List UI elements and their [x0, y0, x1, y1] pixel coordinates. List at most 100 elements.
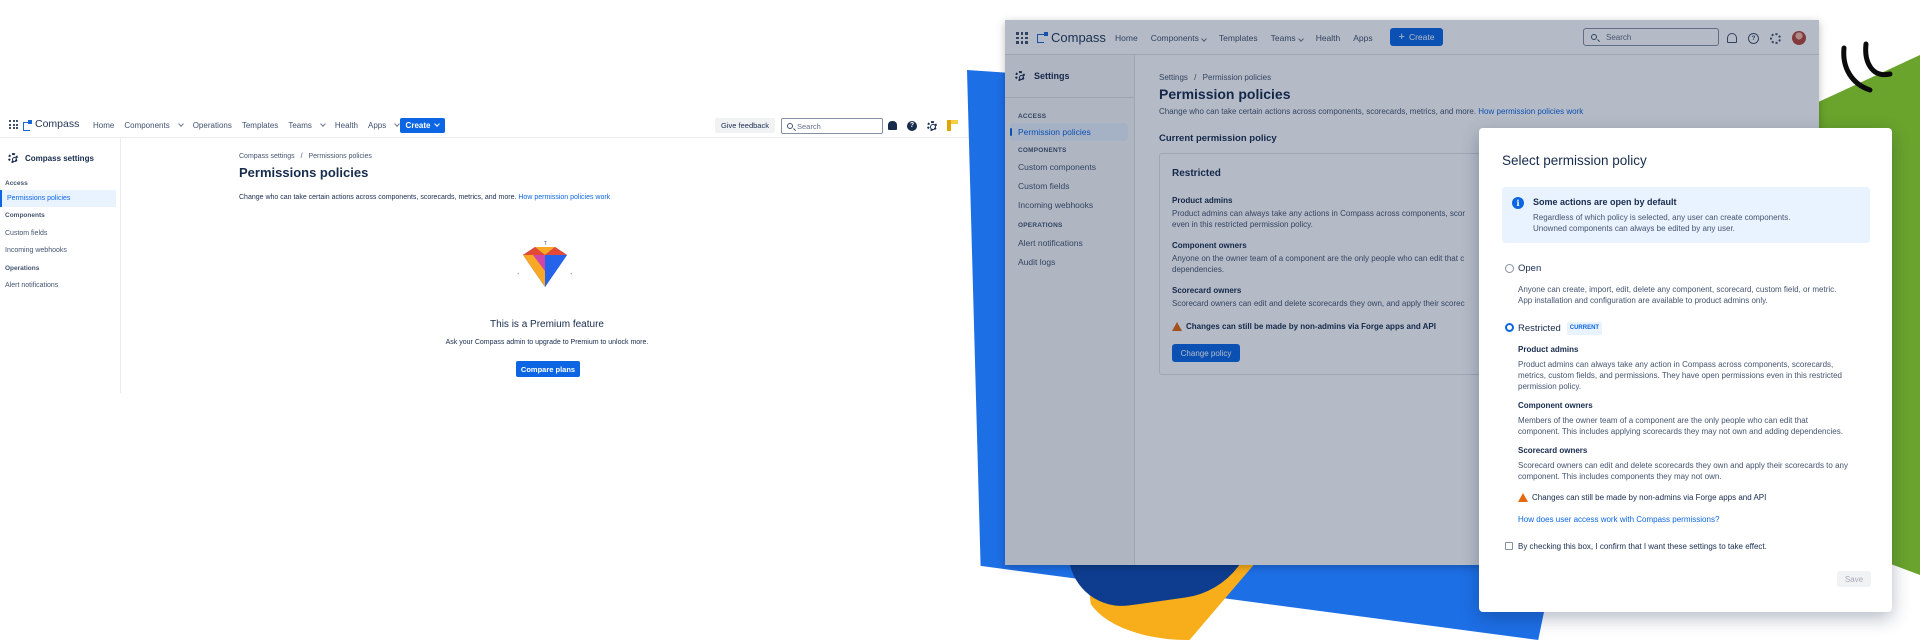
settings-icon[interactable]: [927, 120, 937, 131]
restricted-policy-radio[interactable]: [1505, 323, 1514, 332]
settings-sidebar: Settings ACCESS Permission policies COMP…: [1005, 55, 1135, 565]
search-icon: [1591, 34, 1597, 40]
nav-home[interactable]: Home: [93, 121, 114, 130]
nav-components[interactable]: Components: [124, 121, 184, 130]
permission-policies-help-link[interactable]: How permission policies work: [1478, 107, 1583, 116]
app-switcher-icon[interactable]: [9, 120, 18, 129]
component-owners-desc: Members of the owner team of a component…: [1518, 416, 1843, 436]
confirm-label[interactable]: By checking this box, I confirm that I w…: [1518, 541, 1868, 552]
give-feedback-button[interactable]: Give feedback: [715, 118, 775, 133]
create-button[interactable]: Create: [400, 118, 445, 133]
sidebar-item-permission-policies[interactable]: Permission policies: [1010, 123, 1128, 141]
info-icon: i: [1512, 197, 1524, 209]
avatar[interactable]: [1792, 31, 1806, 45]
sidebar-item-custom-components[interactable]: Custom components: [1018, 162, 1096, 172]
warning-icon: [1172, 322, 1182, 332]
compare-plans-button[interactable]: Compare plans: [516, 361, 580, 377]
warning-icon: [1518, 493, 1528, 503]
search-input[interactable]: Search: [781, 118, 883, 134]
compass-logo[interactable]: Compass: [23, 118, 79, 131]
page-title: Permission policies: [1159, 86, 1291, 102]
search-input[interactable]: Search: [1583, 28, 1719, 46]
sidebar-item-incoming-webhooks[interactable]: Incoming webhooks: [1018, 200, 1093, 210]
sidebar-item-custom-fields[interactable]: Custom fields: [5, 230, 47, 237]
compass-logo-icon: [1037, 32, 1048, 43]
nav-operations[interactable]: Operations: [193, 121, 232, 130]
current-badge: CURRENT: [1566, 322, 1603, 335]
gear-icon: [8, 153, 18, 163]
breadcrumb-current[interactable]: Permissions policies: [309, 153, 372, 160]
component-owners-heading: Component owners: [1172, 241, 1247, 250]
sidebar-item-incoming-webhooks[interactable]: Incoming webhooks: [5, 247, 67, 254]
scorecard-owners-desc: Scorecard owners can edit and delete sco…: [1518, 461, 1848, 481]
restricted-policy-label[interactable]: Restricted CURRENT: [1518, 322, 1868, 335]
chevron-down-icon: [1201, 36, 1207, 42]
breadcrumb-current[interactable]: Permission policies: [1203, 73, 1271, 82]
nav-templates[interactable]: Templates: [1219, 33, 1258, 43]
scorecard-owners-heading: Scorecard owners: [1518, 446, 1588, 455]
breadcrumb-settings[interactable]: Settings: [1159, 73, 1188, 82]
save-button[interactable]: Save: [1837, 571, 1871, 587]
sidebar-section-operations: OPERATIONS: [1018, 222, 1063, 229]
app-switcher-icon[interactable]: [1016, 32, 1028, 44]
open-policy-label[interactable]: Open: [1518, 263, 1868, 274]
sidebar-item-audit-logs[interactable]: Audit logs: [1018, 257, 1055, 267]
top-nav: Compass Home Components Templates Teams …: [1005, 20, 1819, 55]
notifications-icon[interactable]: [888, 121, 897, 130]
nav-teams[interactable]: Teams: [288, 121, 326, 130]
product-admins-text: Product admins can always take any actio…: [1172, 209, 1466, 218]
divider: [1005, 97, 1135, 98]
breadcrumb-settings[interactable]: Compass settings: [239, 153, 295, 160]
nav-templates[interactable]: Templates: [242, 121, 278, 130]
chevron-down-icon: [177, 121, 184, 127]
sidebar-section-components: Components: [5, 212, 45, 219]
nav-apps[interactable]: Apps: [368, 121, 401, 130]
settings-icon[interactable]: [1770, 32, 1781, 44]
nav-teams[interactable]: Teams: [1271, 33, 1304, 43]
svg-text:+: +: [517, 271, 520, 276]
scorecard-owners-heading: Scorecard owners: [1172, 286, 1242, 295]
open-policy-desc: Anyone can create, import, edit, delete …: [1518, 285, 1837, 305]
current-policy-heading: Current permission policy: [1159, 133, 1277, 144]
breadcrumb: Compass settings / Permissions policies: [239, 153, 372, 160]
modal-title: Select permission policy: [1502, 153, 1647, 168]
nav-home[interactable]: Home: [1115, 33, 1138, 43]
flag-icon[interactable]: [947, 120, 958, 131]
compass-logo[interactable]: Compass: [1037, 30, 1106, 45]
plus-icon: +: [1398, 31, 1405, 43]
sidebar-item-alert-notifications[interactable]: Alert notifications: [1018, 238, 1083, 248]
compass-logo-icon: [23, 119, 32, 131]
svg-text:T: T: [544, 241, 547, 247]
confirm-checkbox[interactable]: [1505, 542, 1513, 550]
chevron-down-icon: [320, 121, 326, 127]
decorative-flourish-icon: [1841, 41, 1893, 93]
sidebar-item-alert-notifications[interactable]: Alert notifications: [5, 282, 58, 289]
nav-health[interactable]: Health: [335, 121, 358, 130]
chevron-down-icon: [1297, 36, 1304, 42]
info-text: Regardless of which policy is selected, …: [1533, 213, 1791, 233]
help-icon[interactable]: ?: [907, 120, 917, 131]
sidebar-item-custom-fields[interactable]: Custom fields: [1018, 181, 1070, 191]
nav-health[interactable]: Health: [1316, 33, 1341, 43]
permission-policies-help-link[interactable]: How permission policies work: [518, 194, 610, 201]
info-banner: i Some actions are open by default Regar…: [1502, 187, 1870, 243]
create-button[interactable]: + Create: [1390, 28, 1443, 46]
component-owners-text: Anyone on the owner team of a component …: [1172, 254, 1465, 263]
help-icon[interactable]: ?: [1748, 32, 1759, 44]
sidebar-section-components: COMPONENTS: [1018, 147, 1067, 154]
user-access-help-link[interactable]: How does user access work with Compass p…: [1518, 514, 1868, 525]
svg-text:+: +: [570, 271, 573, 276]
open-policy-radio[interactable]: [1505, 264, 1514, 273]
sidebar-section-operations: Operations: [5, 265, 40, 272]
nav-components[interactable]: Components: [1151, 33, 1207, 43]
forge-warning: Changes can still be made by non-admins …: [1518, 492, 1868, 503]
sidebar-header: Settings: [1015, 71, 1070, 81]
sidebar-item-permissions-policies[interactable]: Permissions policies: [0, 190, 116, 207]
notifications-icon[interactable]: [1727, 33, 1737, 43]
premium-title: This is a Premium feature: [490, 319, 604, 330]
chevron-down-icon: [434, 121, 441, 127]
change-policy-button[interactable]: Change policy: [1172, 344, 1240, 362]
nav-apps[interactable]: Apps: [1353, 33, 1372, 43]
page-description: Change who can take certain actions acro…: [1159, 107, 1584, 116]
diamond-illustration-icon: T + +: [517, 241, 573, 287]
